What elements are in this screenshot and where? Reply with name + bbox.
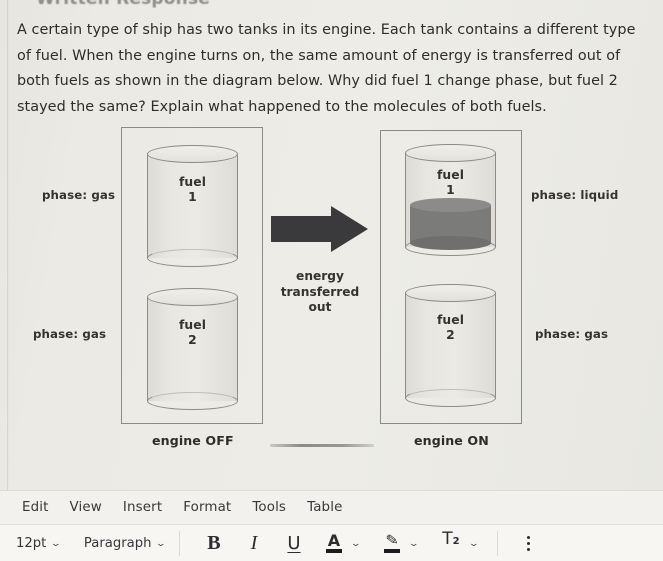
superscript-button[interactable]: T2 [437,529,465,558]
engine-off-fuel-1-phase-label: phase: gas [42,188,116,202]
fuel-label-number: 1 [446,183,455,197]
cylinder-bottom-ellipse [147,392,238,410]
energy-label-line-2: transferred [280,284,360,299]
superscript-dropdown-button[interactable]: ⌄ [465,529,483,558]
energy-transfer-arrow [271,206,369,252]
engine-on-fuel-1-phase-label: phase: liquid [531,188,619,202]
document-page: Written Response A certain type of ship … [0,0,663,561]
energy-label-line-3: out [308,300,332,314]
superscript-exponent-glyph: 2 [452,535,460,547]
menu-item-format[interactable]: Format [173,497,242,518]
kebab-dot [527,541,531,545]
engine-on-fuel-1-label: fuel 1 [405,168,496,198]
fuel-label-number: 2 [188,333,197,347]
block-format-select[interactable]: Paragraph ⌄ [77,533,172,554]
fuel-label-number: 2 [446,328,455,342]
liquid-surface [410,198,491,212]
fuel-label-word: fuel [178,318,207,332]
chevron-down-icon: ⌄ [50,539,62,549]
menu-item-edit[interactable]: Edit [12,497,60,518]
chevron-down-icon: ⌄ [408,539,420,549]
cylinder-body [405,293,496,398]
menu-item-table[interactable]: Table [297,497,353,518]
engine-off-fuel-2-label: fuel 2 [147,318,238,348]
fuel-label-word: fuel [178,175,207,189]
more-options-button[interactable] [517,529,541,558]
bold-button[interactable]: B [199,529,229,558]
cylinder-bottom-ellipse [405,389,496,407]
highlight-color-dropdown-button[interactable]: ⌄ [405,529,423,558]
engine-off-caption: engine OFF [152,433,234,448]
highlight-color-button[interactable]: ✎ [379,529,405,558]
menu-item-view[interactable]: View [60,497,113,518]
engine-on-fuel-1-cylinder: fuel 1 [405,144,496,256]
text-color-dropdown-button[interactable]: ⌄ [347,529,365,558]
cylinder-body [147,154,238,258]
engine-off-tank-container: fuel 1 fuel 2 [121,127,263,424]
cylinder-top-ellipse [147,145,238,163]
text-color-swatch [325,549,342,553]
cylinder-top-ellipse [147,288,238,306]
italic-button[interactable]: I [239,529,269,558]
answer-blank-line [270,444,374,447]
menu-item-tools[interactable]: Tools [242,497,297,518]
engine-on-fuel-2-cylinder: fuel 2 [405,284,496,407]
engine-off-fuel-1-cylinder: fuel 1 [147,145,238,267]
kebab-dot [527,547,531,551]
font-size-select[interactable]: 12pt ⌄ [9,533,67,554]
engine-off-fuel-2-phase-label: phase: gas [33,327,107,341]
text-color-a-icon: A [327,531,341,551]
block-format-value: Paragraph [83,535,152,551]
toolbar-divider [178,530,180,556]
section-header-title: Written Response [36,0,210,9]
arrow-right-icon [271,206,368,252]
fuel-label-word: fuel [436,313,465,327]
chevron-down-icon: ⌄ [155,539,167,549]
kebab-dot [527,535,531,539]
editor-formatbar: 12pt ⌄ Paragraph ⌄ B I U A ⌄ ✎ ⌄ T2 ⌄ [0,524,663,561]
chevron-down-icon: ⌄ [468,539,480,549]
fuel-label-number: 1 [188,190,197,204]
cylinder-top-ellipse [405,284,496,302]
chevron-down-icon: ⌄ [350,539,362,549]
section-header: Written Response [0,0,663,11]
engine-on-fuel-2-phase-label: phase: gas [535,327,609,341]
editor-menubar: Edit View Insert Format Tools Table [0,490,663,524]
cylinder-body [147,297,238,401]
toolbar-divider [496,530,498,556]
underline-button[interactable]: U [279,529,309,558]
fuel-label-word: fuel [436,168,465,182]
cylinder-bottom-ellipse [147,249,238,267]
highlighter-pen-icon: ✎ [384,530,400,551]
energy-transfer-label: energy transferred out [264,269,376,316]
energy-label-line-1: energy [296,269,344,283]
superscript-t-glyph: T [442,528,453,549]
menu-item-insert[interactable]: Insert [113,497,173,518]
liquid-bottom [410,236,491,250]
fuel-tanks-diagram: fuel 1 fuel 2 phase: gas phase: gas engi… [0,118,663,458]
engine-off-fuel-1-label: fuel 1 [147,175,238,205]
engine-on-caption: engine ON [414,433,489,448]
question-prompt-text: A certain type of ship has two tanks in … [17,22,636,115]
text-color-button[interactable]: A [321,529,347,558]
engine-on-tank-container: fuel 1 fuel 2 [380,130,522,424]
font-size-value: 12pt [16,535,47,551]
cylinder-top-ellipse [405,144,496,162]
engine-off-fuel-2-cylinder: fuel 2 [147,288,238,410]
engine-on-fuel-1-liquid [410,198,491,250]
engine-on-fuel-2-label: fuel 2 [405,313,496,343]
